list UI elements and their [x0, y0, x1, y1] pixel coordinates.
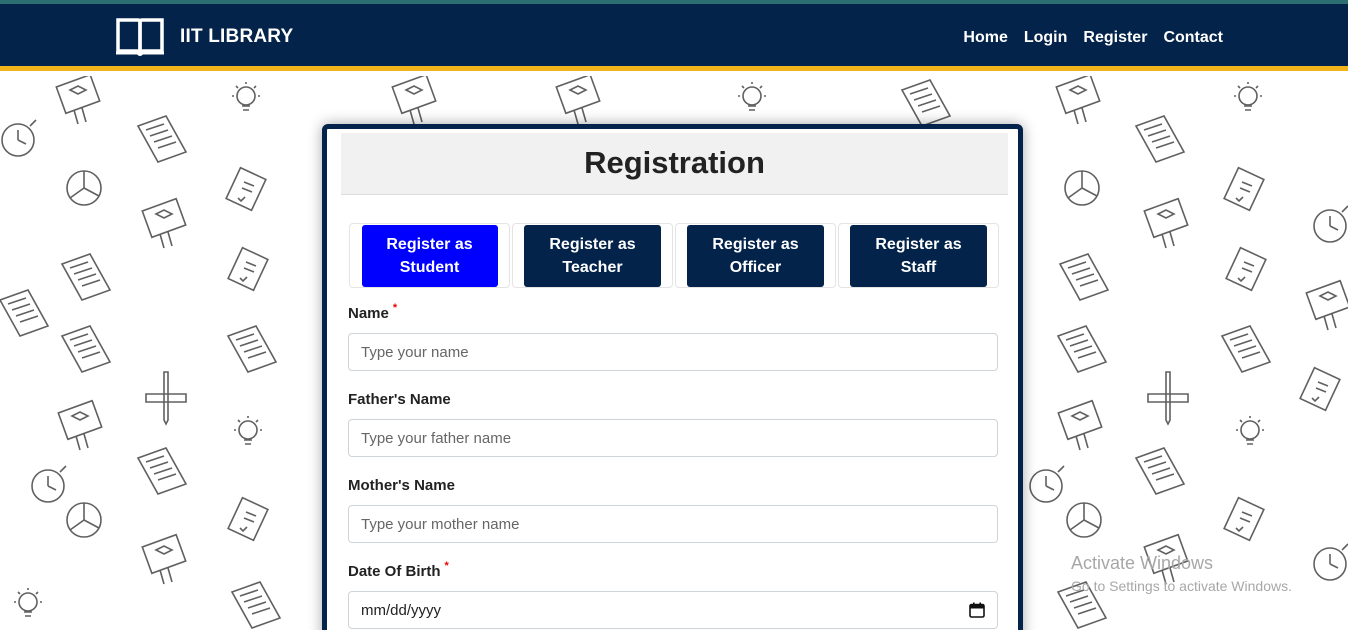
watermark-title: Activate Windows	[1071, 553, 1214, 573]
father-name-label: Father's Name	[348, 391, 451, 408]
nav-link-login[interactable]: Login	[1024, 29, 1068, 47]
required-mark: *	[444, 560, 449, 572]
open-book-icon	[116, 18, 164, 56]
register-as-student-button[interactable]: Register as Student	[361, 224, 498, 287]
card-header: Registration	[341, 133, 1008, 195]
brand[interactable]: IIT LIBRARY	[114, 16, 293, 58]
brand-name: IIT LIBRARY	[180, 26, 294, 47]
dob-label: Date Of Birth *	[348, 560, 998, 580]
nav-link-register[interactable]: Register	[1083, 29, 1147, 47]
required-mark: *	[392, 302, 398, 314]
register-as-teacher-button[interactable]: Register as Teacher	[524, 224, 661, 287]
nav-links: Home Login Register Contact	[963, 29, 1223, 47]
tab-cell-officer: Register as Officer	[675, 223, 836, 288]
nav-link-contact[interactable]: Contact	[1163, 29, 1223, 47]
calendar-icon[interactable]	[969, 602, 985, 618]
tab-cell-staff: Register as Staff	[838, 223, 999, 288]
dob-value: mm/dd/yyyy	[361, 601, 442, 619]
mother-name-field-group: Mother's Name	[348, 477, 998, 543]
mother-name-input[interactable]	[348, 505, 998, 543]
register-as-officer-button[interactable]: Register as Officer	[687, 224, 824, 287]
father-name-input[interactable]	[348, 419, 998, 457]
name-label-text: Name	[348, 305, 389, 322]
role-tabs: Register as Student Register as Teacher …	[349, 223, 999, 288]
registration-card: Registration Register as Student Registe…	[322, 124, 1023, 630]
father-name-field-group: Father's Name	[348, 391, 998, 457]
name-field-group: Name *	[348, 302, 998, 371]
windows-activation-watermark: Activate Windows Go to Settings to activ…	[1071, 553, 1292, 594]
tab-cell-student: Register as Student	[349, 223, 510, 288]
navbar: IIT LIBRARY Home Login Register Contact	[0, 4, 1348, 71]
name-label: Name *	[348, 302, 998, 322]
name-input[interactable]	[348, 333, 998, 371]
dob-field-group: Date Of Birth * mm/dd/yyyy	[348, 560, 998, 629]
watermark-subtitle: Go to Settings to activate Windows.	[1071, 578, 1292, 594]
page-title: Registration	[584, 145, 765, 180]
tab-cell-teacher: Register as Teacher	[512, 223, 673, 288]
dob-input[interactable]: mm/dd/yyyy	[348, 591, 998, 629]
dob-label-text: Date Of Birth	[348, 563, 441, 580]
nav-link-home[interactable]: Home	[963, 29, 1007, 47]
register-as-staff-button[interactable]: Register as Staff	[850, 224, 987, 287]
mother-name-label: Mother's Name	[348, 477, 455, 494]
